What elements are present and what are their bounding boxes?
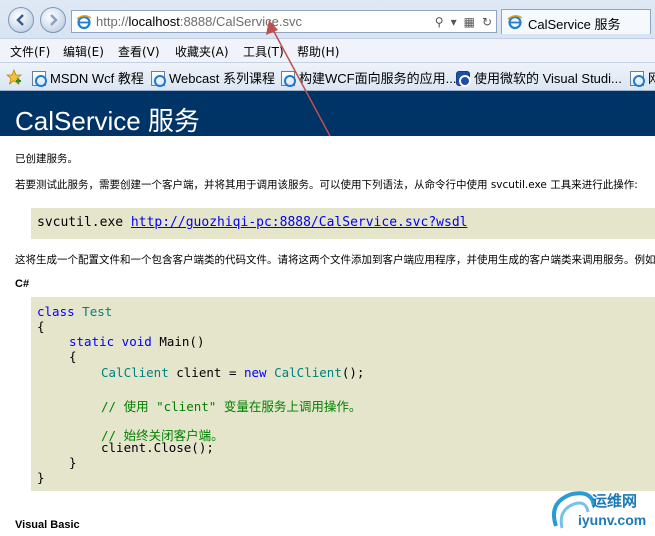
favorite-item[interactable]: Webcast 系列课程 <box>151 68 275 87</box>
code-line: { <box>37 319 45 334</box>
menu-favorites[interactable]: 收藏夹(A) <box>175 43 229 60</box>
ie-page-icon <box>76 15 92 30</box>
favorite-item[interactable]: 网 <box>630 68 655 87</box>
watermark-logo: 运维网 iyunv.com <box>548 488 652 534</box>
favorites-star-icon[interactable] <box>6 69 22 85</box>
code-line: class Test <box>37 304 113 319</box>
wsdl-link[interactable]: http://guozhiqi-pc:8888/CalService.svc?w… <box>131 215 468 230</box>
back-button[interactable] <box>8 7 34 33</box>
menu-help[interactable]: 帮助(H) <box>297 43 339 60</box>
page-banner: CalService 服务 <box>0 91 655 136</box>
page-title: CalService 服务 <box>15 106 200 136</box>
watermark-en: iyunv.com <box>578 512 647 528</box>
dropdown-icon[interactable]: ▾ <box>451 14 457 30</box>
code-line: CalClient client = new CalClient(); <box>101 365 365 380</box>
watermark-cn: 运维网 <box>592 492 638 510</box>
menu-file[interactable]: 文件(F) <box>10 43 50 60</box>
csharp-heading: C# <box>15 278 30 290</box>
menu-edit[interactable]: 编辑(E) <box>63 43 104 60</box>
page-icon <box>630 71 645 87</box>
url-host: localhost <box>128 14 180 29</box>
csharp-code-box: class Test { static void Main() { CalCli… <box>31 297 655 491</box>
address-bar[interactable]: http://localhost:8888/CalService.svc ⚲ ▾… <box>71 10 497 33</box>
page-icon <box>32 71 47 87</box>
code-line: } <box>69 455 77 470</box>
service-created-text: 已创建服务。 <box>15 153 78 165</box>
vb-heading: Visual Basic <box>15 519 80 531</box>
address-tools: ⚲ ▾ ▦ ↻ <box>435 14 492 30</box>
windows-live-icon <box>456 71 471 87</box>
menu-bar: 文件(F) 编辑(E) 查看(V) 收藏夹(A) 工具(T) 帮助(H) <box>0 38 655 62</box>
svcutil-command-box: svcutil.exe http://guozhiqi-pc:8888/CalS… <box>31 208 655 239</box>
code-line: static void Main() <box>69 334 205 349</box>
compat-view-icon[interactable]: ▦ <box>464 14 475 30</box>
svcutil-command: svcutil.exe http://guozhiqi-pc:8888/CalS… <box>37 215 467 230</box>
tab-calservice[interactable]: CalService 服务 <box>501 9 651 34</box>
url-path: :8888/CalService.svc <box>179 14 302 29</box>
instructions-text: 若要测试此服务，需要创建一个客户端，并将其用于调用该服务。可以使用下列语法，从命… <box>15 179 638 191</box>
forward-arrow-icon <box>50 14 58 26</box>
code-line: client.Close(); <box>101 440 214 455</box>
navigation-bar: http://localhost:8888/CalService.svc ⚲ ▾… <box>0 0 655 38</box>
tab-ie-icon <box>507 15 523 30</box>
page-icon <box>281 71 296 87</box>
menu-tools[interactable]: 工具(T) <box>243 43 284 60</box>
browser-chrome: http://localhost:8888/CalService.svc ⚲ ▾… <box>0 0 655 91</box>
code-line: } <box>37 470 45 485</box>
forward-button[interactable] <box>40 7 66 33</box>
code-comment: // 使用 "client" 变量在服务上调用操作。 <box>101 399 362 414</box>
code-line: { <box>69 349 77 364</box>
url-text[interactable]: http://localhost:8888/CalService.svc <box>96 14 302 29</box>
page-icon <box>151 71 166 87</box>
back-arrow-icon <box>16 14 24 26</box>
search-icon[interactable]: ⚲ <box>435 14 444 30</box>
svcutil-exe: svcutil.exe <box>37 215 124 230</box>
menu-view[interactable]: 查看(V) <box>118 43 160 60</box>
favorite-item[interactable]: MSDN Wcf 教程 <box>32 68 144 87</box>
url-prefix: http:// <box>96 14 129 29</box>
refresh-icon[interactable]: ↻ <box>482 14 492 30</box>
tab-title: CalService 服务 <box>528 17 621 32</box>
favorite-item[interactable]: 使用微软的 Visual Studi... <box>456 68 622 87</box>
generate-note-text: 这将生成一个配置文件和一个包含客户端类的代码文件。请将这两个文件添加到客户端应用… <box>15 254 655 266</box>
favorite-item[interactable]: 构建WCF面向服务的应用... <box>281 68 456 87</box>
favorites-bar: MSDN Wcf 教程 Webcast 系列课程 构建WCF面向服务的应用...… <box>0 62 655 91</box>
